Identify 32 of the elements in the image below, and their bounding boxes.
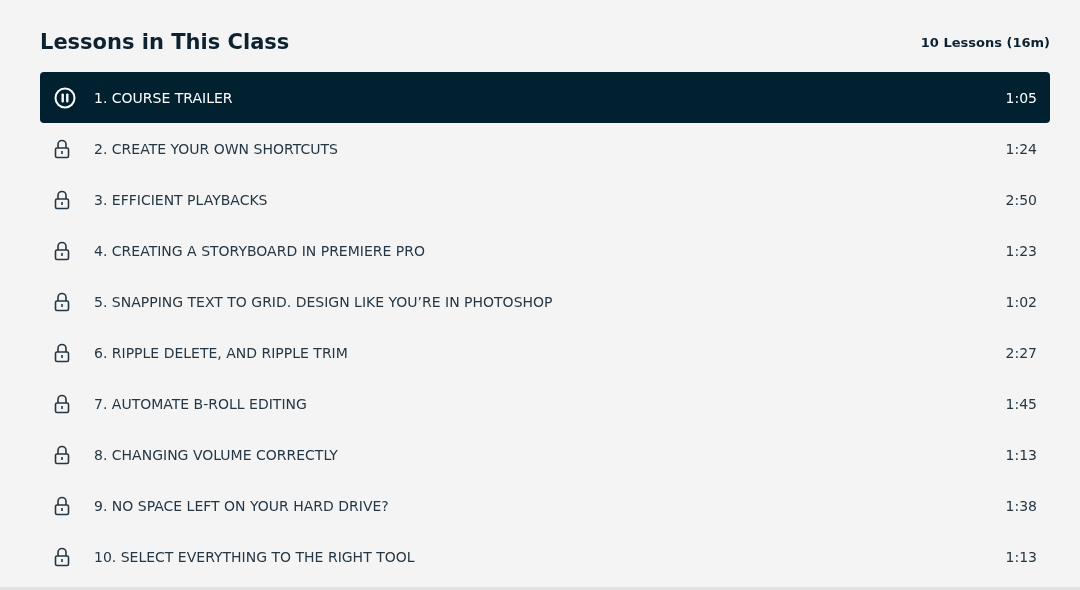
lesson-title: 5. SNAPPING TEXT TO GRID. DESIGN LIKE YOU’RE IN PHOTOSHOP [94,293,554,310]
lesson-row[interactable]: 7. AUTOMATE B-ROLL EDITING 1:45 [40,378,1050,429]
lesson-title: 2. CREATE YOUR OWN SHORTCUTS [94,140,339,157]
lesson-title: 9. NO SPACE LEFT ON YOUR HARD DRIVE? [94,497,390,514]
lesson-duration: 1:13 [1005,446,1037,463]
lesson-title: 4. CREATING A STORYBOARD IN PREMIERE PRO [94,242,426,259]
lesson-title: 7. AUTOMATE B-ROLL EDITING [94,395,308,412]
lesson-duration: 1:23 [1005,242,1037,259]
lesson-duration: 2:50 [1005,191,1037,208]
lesson-duration: 1:02 [1005,293,1037,310]
lesson-row[interactable]: 2. CREATE YOUR OWN SHORTCUTS 1:24 [40,123,1050,174]
lesson-row[interactable]: 4. CREATING A STORYBOARD IN PREMIERE PRO 1:23 [40,225,1050,276]
lesson-duration: 1:24 [1005,140,1037,157]
lesson-row[interactable]: 10. SELECT EVERYTHING TO THE RIGHT TOOL 1:13 [40,531,1050,582]
lesson-duration: 1:38 [1005,497,1037,514]
lesson-row[interactable]: 9. NO SPACE LEFT ON YOUR HARD DRIVE? 1:38 [40,480,1050,531]
lesson-duration: 1:13 [1005,548,1037,565]
lesson-row[interactable]: 8. CHANGING VOLUME CORRECTLY 1:13 [40,429,1050,480]
lesson-duration: 1:45 [1005,395,1037,412]
lesson-title: 3. EFFICIENT PLAYBACKS [94,191,269,208]
lesson-title: 6. RIPPLE DELETE, AND RIPPLE TRIM [94,344,349,361]
lesson-row[interactable]: 5. SNAPPING TEXT TO GRID. DESIGN LIKE YOU’RE IN PHOTOSHOP 1:02 [40,276,1050,327]
lesson-row[interactable]: 1. COURSE TRAILER 1:05 [40,72,1050,123]
lesson-title: 10. SELECT EVERYTHING TO THE RIGHT TOOL [94,548,416,565]
lesson-row[interactable]: 3. EFFICIENT PLAYBACKS 2:50 [40,174,1050,225]
lesson-title: 8. CHANGING VOLUME CORRECTLY [94,446,339,463]
lesson-row[interactable]: 6. RIPPLE DELETE, AND RIPPLE TRIM 2:27 [40,327,1050,378]
lesson-duration: 1:05 [1005,89,1037,106]
lesson-count: 10 Lessons (16m) [920,34,1050,50]
section-title: Lessons in This Class [40,30,290,54]
lesson-title: 1. COURSE TRAILER [94,89,234,106]
lesson-duration: 2:27 [1005,344,1037,361]
